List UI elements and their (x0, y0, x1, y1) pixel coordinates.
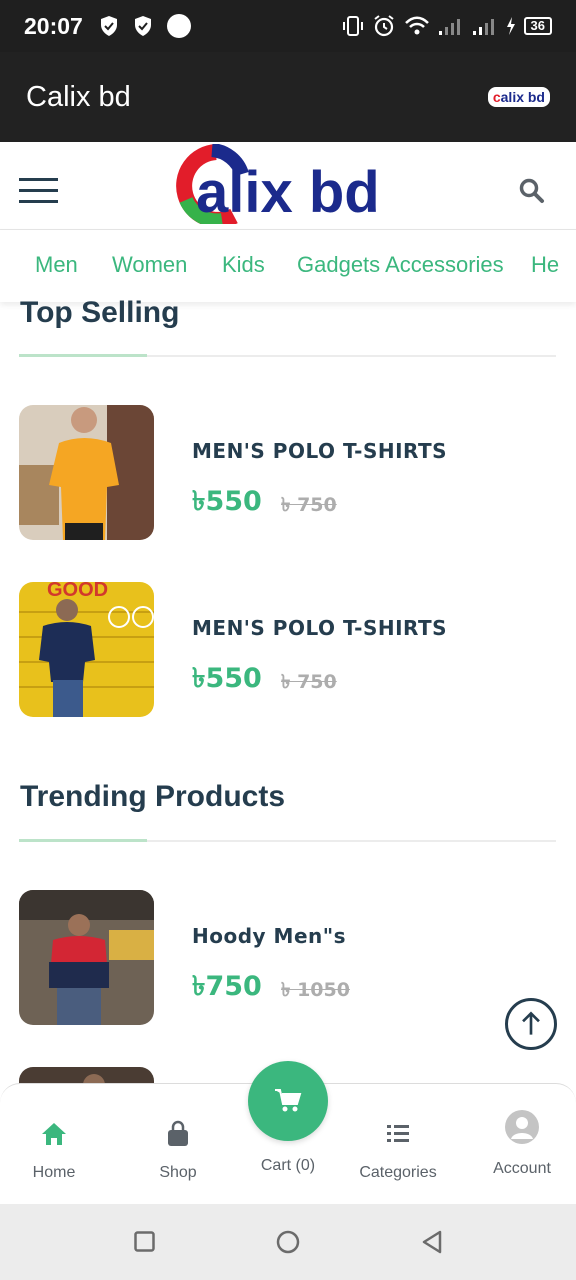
avatar-icon (505, 1110, 539, 1144)
search-icon[interactable] (518, 177, 546, 205)
site-header: alix bd (0, 142, 576, 230)
signal-icon (472, 19, 494, 35)
logo-text: alix bd (196, 160, 380, 224)
product-price: ৳750 (192, 971, 262, 1002)
status-notifications (99, 14, 191, 38)
category-link-kids[interactable]: Kids (222, 252, 265, 278)
product-image[interactable]: GOOD (19, 582, 154, 717)
nav-label: Shop (159, 1164, 197, 1181)
section-divider (19, 839, 556, 842)
nav-home[interactable]: Home (4, 1120, 104, 1182)
charging-bolt-icon (506, 17, 515, 35)
section-title-top-selling: Top Selling (20, 296, 180, 329)
category-link-women[interactable]: Women (112, 252, 187, 278)
nav-account[interactable]: Account (472, 1110, 572, 1178)
nav-label: Account (493, 1160, 551, 1177)
app-title: Calix bd (26, 80, 131, 113)
shield-check-icon (134, 16, 151, 36)
logo-text: alix bd (500, 89, 545, 105)
product-name[interactable]: MEN'S POLO T-SHIRTS (192, 439, 447, 463)
shopping-bag-icon (168, 1120, 188, 1146)
product-price: ৳550 (192, 663, 262, 694)
battery-level: 36 (523, 17, 552, 35)
home-circle-icon[interactable] (276, 1230, 300, 1254)
status-system-icons: 36 (342, 14, 552, 38)
nav-categories[interactable]: Categories (348, 1120, 448, 1182)
notification-dot-icon (166, 14, 191, 38)
product-card[interactable]: Hoody Men"s ৳750 ৳ 1050 (19, 890, 556, 1026)
product-old-price: ৳ 1050 (281, 979, 350, 1001)
menu-icon[interactable] (19, 178, 58, 204)
system-nav-bar (0, 1204, 576, 1280)
alarm-icon (373, 15, 394, 37)
product-image[interactable] (19, 890, 154, 1025)
product-old-price: ৳ 750 (281, 494, 337, 516)
back-icon[interactable] (421, 1230, 443, 1254)
product-card[interactable]: GOOD MEN'S POLO T-SHIRTS ৳550 ৳ 750 (19, 582, 556, 718)
svg-text:GOOD: GOOD (47, 582, 108, 601)
app-logo: calix bd (487, 87, 550, 107)
product-price: ৳550 (192, 486, 262, 517)
product-old-price: ৳ 750 (281, 671, 337, 693)
category-nav: Men Women Kids Gadgets Accessories He (0, 230, 576, 302)
shield-check-icon (100, 16, 117, 36)
site-logo[interactable]: alix bd (172, 144, 412, 224)
recent-apps-icon[interactable] (134, 1231, 155, 1252)
category-link-partial[interactable]: He (531, 252, 559, 278)
status-bar: 20:07 36 (0, 0, 576, 52)
logo-letter: c (492, 89, 501, 105)
home-icon (42, 1123, 66, 1145)
app-bar: Calix bd calix bd (0, 52, 576, 142)
cart-label[interactable]: Cart (0) (238, 1157, 338, 1175)
section-divider (19, 354, 556, 357)
nav-shop[interactable]: Shop (128, 1120, 228, 1182)
signal-icon (438, 19, 460, 35)
vibrate-icon (342, 16, 363, 36)
product-name[interactable]: Hoody Men"s (192, 924, 346, 948)
category-link-men[interactable]: Men (35, 252, 78, 278)
wifi-icon (404, 16, 429, 35)
product-name[interactable]: MEN'S POLO T-SHIRTS (192, 616, 447, 640)
cart-icon (275, 1089, 302, 1112)
product-image[interactable] (19, 405, 154, 540)
scroll-to-top-button[interactable] (505, 998, 557, 1050)
status-time: 20:07 (24, 12, 83, 39)
nav-label: Categories (359, 1164, 437, 1181)
list-icon (387, 1125, 409, 1142)
nav-label: Home (32, 1164, 76, 1181)
cart-button[interactable] (248, 1061, 328, 1141)
category-link-gadgets-accessories[interactable]: Gadgets Accessories (297, 252, 504, 278)
section-title-trending: Trending Products (20, 780, 286, 813)
product-card[interactable]: MEN'S POLO T-SHIRTS ৳550 ৳ 750 (19, 405, 556, 541)
